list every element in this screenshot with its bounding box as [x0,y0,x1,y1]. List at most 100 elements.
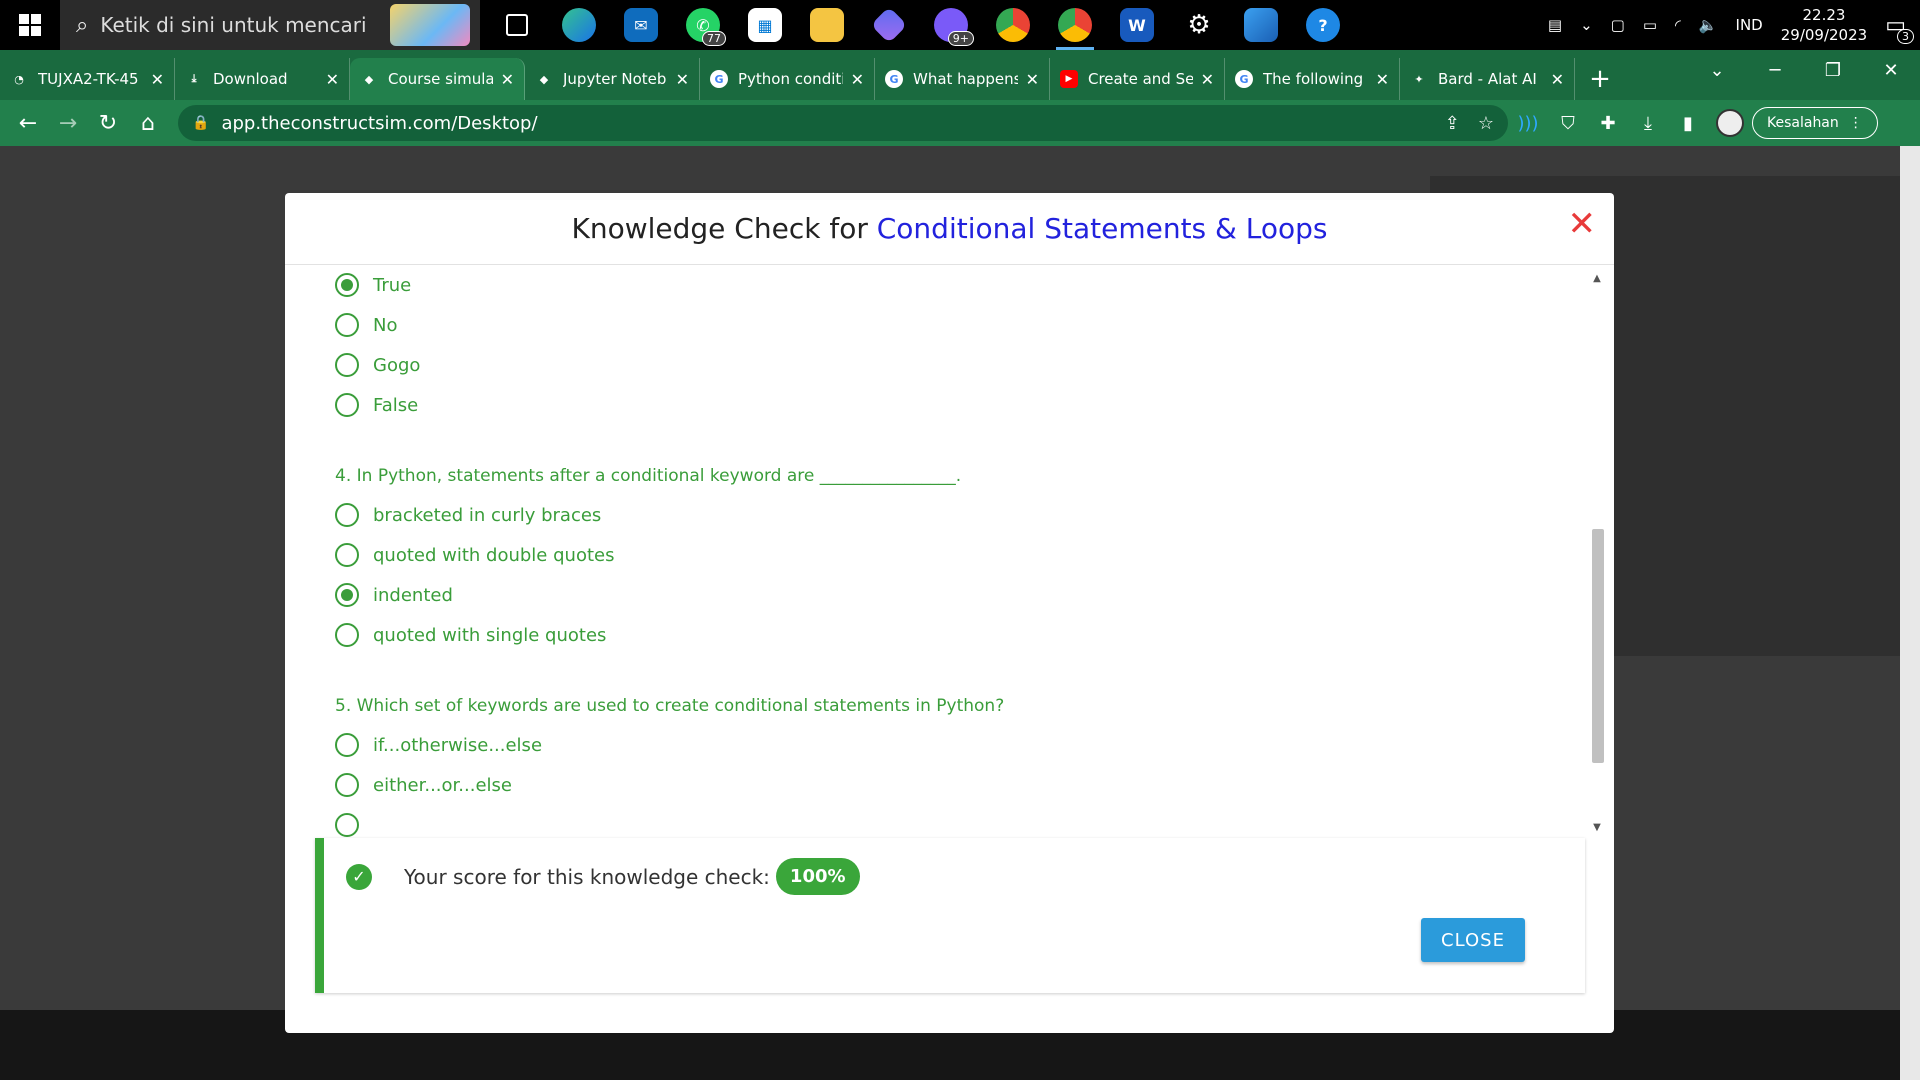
start-button[interactable] [0,0,60,50]
taskbar-messenger[interactable]: 9+ [922,0,980,50]
scroll-down-icon[interactable]: ▼ [1590,822,1604,833]
scrollbar-thumb[interactable] [1592,529,1604,763]
new-tab-button[interactable]: + [1575,58,1625,100]
taskbar-edge[interactable] [550,0,608,50]
page-scrollbar[interactable] [1900,146,1920,1080]
quiz-option[interactable]: False [335,385,1535,425]
volume-icon[interactable]: 🔈 [1699,16,1718,34]
browser-tab[interactable]: ◔ TUJXA2-TK-45 ✕ [0,58,175,100]
home-button[interactable]: ⌂ [128,103,168,143]
quiz-option[interactable]: bracketed in curly braces [335,495,1535,535]
forward-button[interactable]: → [48,103,88,143]
radio-button[interactable] [335,733,359,757]
quiz-option[interactable]: if...otherwise...else [335,725,1535,765]
close-icon[interactable]: ✕ [1568,207,1597,241]
tab-close-icon[interactable]: ✕ [1026,70,1039,89]
meet-icon[interactable]: ▢ [1611,16,1625,34]
taskbar-copilot[interactable] [860,0,918,50]
address-bar[interactable]: 🔒 app.theconstructsim.com/Desktop/ ⇪ ☆ [178,105,1508,141]
taskbar-explorer[interactable] [798,0,856,50]
quiz-option-partial[interactable] [335,805,1535,837]
browser-tab[interactable]: ▶ Create and Se ✕ [1050,58,1225,100]
radio-button-selected[interactable] [335,273,359,297]
restore-icon[interactable]: ❐ [1804,50,1862,90]
tab-close-icon[interactable]: ✕ [851,70,864,89]
browser-tab[interactable]: ◆ Course simula ✕ [350,58,525,100]
battery-icon[interactable]: ▭ [1643,16,1657,34]
close-window-icon[interactable]: ✕ [1862,50,1920,90]
tab-close-icon[interactable]: ✕ [1201,70,1214,89]
bookmark-star-icon[interactable]: ☆ [1478,113,1494,134]
wifi-icon[interactable]: ◜ [1675,16,1681,34]
profile-avatar[interactable] [1716,109,1744,137]
quiz-option[interactable]: quoted with double quotes [335,535,1535,575]
extensions-puzzle-icon[interactable]: ✚ [1588,113,1628,134]
tab-search-icon[interactable]: ⌄ [1688,50,1746,90]
copilot-icon [870,6,908,44]
taskbar-chrome-profile[interactable] [1046,0,1104,50]
quiz-option[interactable]: True [335,265,1535,305]
side-panel-icon[interactable]: ▮ [1668,113,1708,134]
clock[interactable]: 22.23 29/09/2023 [1781,5,1867,45]
taskbar-whatsapp[interactable]: ✆ 77 [674,0,732,50]
quiz-option[interactable]: quoted with single quotes [335,615,1535,655]
radio-button[interactable] [335,543,359,567]
browser-tab[interactable]: ◆ Jupyter Noteb ✕ [525,58,700,100]
question-4-text: 4. In Python, statements after a conditi… [335,466,962,486]
quiz-scrollbar[interactable]: ▲ ▼ [1590,273,1604,833]
browser-tab[interactable]: G The following ✕ [1225,58,1400,100]
taskbar-photos[interactable] [1232,0,1290,50]
download-icon[interactable]: ⤓ [1628,113,1668,134]
radio-button[interactable] [335,503,359,527]
taskbar-word[interactable]: W [1108,0,1166,50]
browser-tab[interactable]: G Python conditi ✕ [700,58,875,100]
news-icon[interactable]: ▤ [1548,16,1562,34]
browser-tab[interactable]: ⤓ Download ✕ [175,58,350,100]
tab-close-icon[interactable]: ✕ [326,70,339,89]
browser-tab[interactable]: G What happens ✕ [875,58,1050,100]
error-button[interactable]: Kesalahan ⋮ [1752,107,1878,139]
taskbar-help[interactable]: ? [1294,0,1352,50]
radio-button[interactable] [335,773,359,797]
taskbar-mail[interactable]: ✉ [612,0,670,50]
radio-button-selected[interactable] [335,583,359,607]
tab-close-icon[interactable]: ✕ [1551,70,1564,89]
quiz-option[interactable]: No [335,305,1535,345]
quiz-option[interactable]: indented [335,575,1535,615]
notification-button[interactable]: ▭ 3 [1885,13,1914,44]
radio-button[interactable] [335,393,359,417]
windows-logo-icon [19,14,41,36]
taskbar-store[interactable]: ▦ [736,0,794,50]
lock-icon: 🔒 [192,115,210,131]
language-indicator[interactable]: IND [1736,16,1763,34]
task-view-button[interactable] [488,0,546,50]
browser-tab-label: Bard - Alat AI [1438,70,1537,88]
taskbar-chrome[interactable] [984,0,1042,50]
radio-button[interactable] [335,623,359,647]
chevron-up-icon[interactable]: ⌄ [1580,16,1593,34]
close-button[interactable]: CLOSE [1421,918,1525,962]
radio-button[interactable] [335,813,359,837]
tab-close-icon[interactable]: ✕ [1376,70,1389,89]
quiz-option-label: No [373,314,398,336]
whatsapp-badge: 77 [702,31,726,46]
tab-close-icon[interactable]: ✕ [676,70,689,89]
quiz-option[interactable]: Gogo [335,345,1535,385]
tab-close-icon[interactable]: ✕ [501,70,514,89]
quiz-option[interactable]: either...or...else [335,765,1535,805]
taskbar-settings[interactable]: ⚙ [1170,0,1228,50]
extension-wave-icon[interactable]: ))) [1508,113,1548,134]
quiz-scroll-area[interactable]: True No Gogo False 4. In Python, statements… [285,265,1614,837]
radio-button[interactable] [335,353,359,377]
tab-close-icon[interactable]: ✕ [151,70,164,89]
extension-shield-icon[interactable]: ⛉ [1548,113,1588,134]
back-button[interactable]: ← [8,103,48,143]
browser-tab[interactable]: ✦ Bard - Alat AI ✕ [1400,58,1575,100]
minimize-icon[interactable]: ─ [1746,50,1804,90]
quiz-option-label: indented [373,584,453,606]
share-icon[interactable]: ⇪ [1445,113,1460,134]
radio-button[interactable] [335,313,359,337]
reload-button[interactable]: ↻ [88,103,128,143]
taskbar-search[interactable]: ⌕ Ketik di sini untuk mencari [60,0,480,50]
scroll-up-icon[interactable]: ▲ [1590,273,1604,284]
